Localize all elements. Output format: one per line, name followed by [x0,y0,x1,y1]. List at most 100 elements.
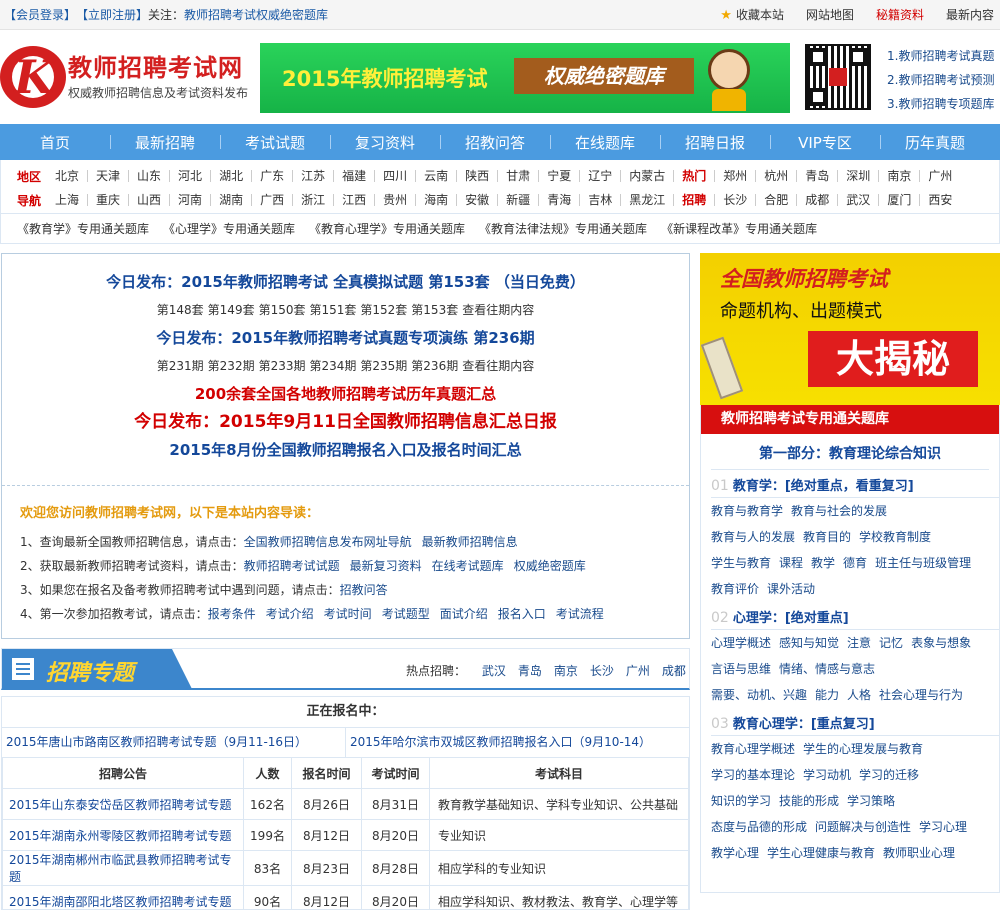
login-link[interactable]: 【会员登录】 [4,6,76,23]
topic-link[interactable]: 德育 [843,556,867,570]
issue-link[interactable]: 第153套 [411,303,458,317]
topic-link[interactable]: 教育评价 [711,582,759,596]
topic-link[interactable]: 教育与人的发展 [711,530,795,544]
issue-link[interactable]: 第233期 [259,359,306,373]
region-link[interactable]: 成都 [796,194,837,206]
recruit-notice-link[interactable]: 2015年湖南郴州市临武县教师招聘考试专题 [3,851,244,886]
sitemap-link[interactable]: 网站地图 [806,6,854,23]
issue-link[interactable]: 第236期 [411,359,458,373]
special-bank-link[interactable]: 《教育学》专用通关题库 [17,220,149,237]
topic-link[interactable]: 教育与教育学 [711,504,783,518]
region-link[interactable]: 陕西 [456,170,497,182]
issue-link[interactable]: 第232期 [208,359,255,373]
region-link[interactable]: 吉林 [579,194,620,206]
featured-topic-link[interactable]: 2015年唐山市路南区教师招聘考试专题（9月11-16日） [2,728,345,757]
guide-link[interactable]: 报考条件 [208,607,256,621]
region-link[interactable]: 山东 [128,170,169,182]
secret-link[interactable]: 秘籍资料 [876,6,924,23]
special-bank-link[interactable]: 《心理学》专用通关题库 [163,220,295,237]
topic-link[interactable]: 教学心理 [711,846,759,860]
topic-link[interactable]: 感知与知觉 [779,636,839,650]
region-link[interactable]: 黑龙江 [620,194,673,206]
region-link[interactable]: 四川 [374,170,415,182]
issue-link[interactable]: 第149套 [208,303,255,317]
topic-link[interactable]: 班主任与班级管理 [875,556,971,570]
headline-past-papers[interactable]: 200余套全国各地教师招聘考试历年真题汇总 [2,380,689,408]
issue-link[interactable]: 查看往期内容 [462,359,534,373]
region-link[interactable]: 河北 [169,170,210,182]
topic-link[interactable]: 问题解决与创造性 [815,820,911,834]
region-link[interactable]: 重庆 [87,194,128,206]
nav-item-online[interactable]: 在线题库 [550,132,660,153]
hot-city-link[interactable]: 长沙 [590,664,614,678]
issue-link[interactable]: 第152套 [360,303,407,317]
header-link[interactable]: 3.教师招聘专项题库 [887,92,994,116]
region-link[interactable]: 云南 [415,170,456,182]
region-link[interactable]: 湖南 [210,194,251,206]
region-link[interactable]: 杭州 [755,170,796,182]
guide-link[interactable]: 考试题型 [382,607,430,621]
region-link[interactable]: 天津 [87,170,128,182]
nav-item-home[interactable]: 首页 [0,132,110,153]
region-link[interactable]: 江苏 [292,170,333,182]
issue-link[interactable]: 第235期 [360,359,407,373]
guide-link[interactable]: 招教问答 [340,583,388,597]
region-link[interactable]: 上海 [47,194,87,206]
nav-item-exam[interactable]: 考试试题 [220,132,330,153]
region-link[interactable]: 浙江 [292,194,333,206]
issue-link[interactable]: 第150套 [259,303,306,317]
hot-city-link[interactable]: 青岛 [518,664,542,678]
hot-city-link[interactable]: 广州 [626,664,650,678]
recruit-notice-link[interactable]: 2015年湖南邵阳北塔区教师招聘考试专题 [3,886,244,910]
recruit-notice-link[interactable]: 2015年山东泰安岱岳区教师招聘考试专题 [3,789,244,820]
topic-link[interactable]: 学习的迁移 [859,768,919,782]
topic-link[interactable]: 教育与社会的发展 [791,504,887,518]
guide-link[interactable]: 考试时间 [324,607,372,621]
guide-link[interactable]: 在线考试题库 [432,559,504,573]
region-link[interactable]: 武汉 [837,194,878,206]
topic-link[interactable]: 教师职业心理 [883,846,955,860]
latest-link[interactable]: 最新内容 [946,6,994,23]
nav-item-vip[interactable]: VIP专区 [770,132,880,153]
guide-link[interactable]: 报名入口 [498,607,546,621]
region-link[interactable]: 贵州 [374,194,415,206]
topic-link[interactable]: 需要、动机、兴趣 [711,688,807,702]
topic-link[interactable]: 教学 [811,556,835,570]
region-link[interactable]: 北京 [47,170,87,182]
hot-city-link[interactable]: 武汉 [482,664,506,678]
nav-item-review[interactable]: 复习资料 [330,132,440,153]
recruit-notice-link[interactable]: 2015年湖南永州零陵区教师招聘考试专题 [3,820,244,851]
region-link[interactable]: 海南 [415,194,456,206]
region-link[interactable]: 辽宁 [579,170,620,182]
guide-link[interactable]: 最新复习资料 [350,559,422,573]
nav-item-recruit[interactable]: 最新招聘 [110,132,220,153]
hot-city-link[interactable]: 南京 [554,664,578,678]
topic-link[interactable]: 教育心理学概述 [711,742,795,756]
region-link[interactable]: 西安 [919,194,960,206]
region-link[interactable]: 青海 [538,194,579,206]
special-bank-link[interactable]: 《新课程改革》专用通关题库 [661,220,817,237]
topic-link[interactable]: 学生的心理发展与教育 [803,742,923,756]
issue-link[interactable]: 第234期 [309,359,356,373]
section-title[interactable]: 教育学：[绝对重点，看重复习] [733,479,914,494]
section-title[interactable]: 心理学：[绝对重点] [733,611,849,626]
region-link[interactable]: 广西 [251,194,292,206]
region-link[interactable]: 江西 [333,194,374,206]
issue-link[interactable]: 查看往期内容 [462,303,534,317]
guide-link[interactable]: 最新教师招聘信息 [422,535,518,549]
follow-link[interactable]: 教师招聘考试权威绝密题库 [184,6,328,23]
guide-link[interactable]: 教师招聘考试试题 [244,559,340,573]
topic-link[interactable]: 心理学概述 [711,636,771,650]
region-link[interactable]: 厦门 [878,194,919,206]
topic-link[interactable]: 人格 [847,688,871,702]
reveal-ad-banner[interactable]: 全国教师招聘考试 命题机构、出题模式 大揭秘 [700,253,1000,405]
topic-link[interactable]: 情绪、情感与意志 [779,662,875,676]
region-link[interactable]: 深圳 [837,170,878,182]
register-link[interactable]: 【立即注册】 [76,6,148,23]
topic-link[interactable]: 学生与教育 [711,556,771,570]
guide-link[interactable]: 考试介绍 [266,607,314,621]
headline-registration[interactable]: 2015年8月份全国教师招聘报名入口及报名时间汇总 [2,436,689,464]
topic-link[interactable]: 记忆 [879,636,903,650]
topic-link[interactable]: 学校教育制度 [859,530,931,544]
favorite-link[interactable]: ★收藏本站 [720,6,784,23]
